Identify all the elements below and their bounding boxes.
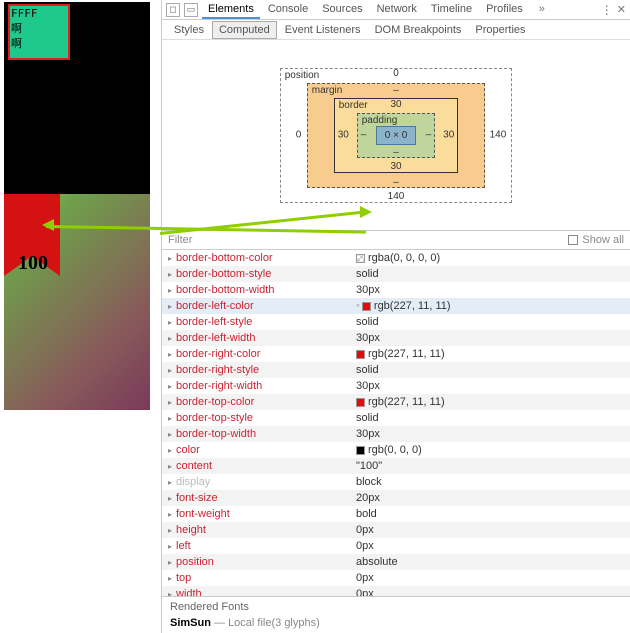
- preview-element[interactable]: FFFF 啊 啊: [8, 4, 70, 60]
- computed-properties-list[interactable]: ▸border-bottom-colorrgba(0, 0, 0, 0)▸bor…: [162, 250, 630, 596]
- prop-row[interactable]: ▸font-size20px: [162, 490, 630, 506]
- close-icon[interactable]: ✕: [617, 3, 626, 17]
- bm-margin-left: 0: [296, 130, 302, 141]
- bm-padding-left: –: [361, 130, 367, 141]
- prop-row[interactable]: ▸font-weightbold: [162, 506, 630, 522]
- filter-row: Filter Show all: [162, 230, 630, 250]
- devtools-toolbar: ◻ ▭ Elements Console Sources Network Tim…: [162, 0, 630, 20]
- prop-row[interactable]: ▸border-top-stylesolid: [162, 410, 630, 426]
- bm-border-top: 30: [390, 99, 401, 110]
- rendered-font-entry: SimSun — Local file(3 glyphs): [170, 617, 622, 629]
- bm-padding-bottom: –: [393, 147, 399, 158]
- bm-padding-label: padding: [362, 115, 398, 126]
- main-tabs: Elements Console Sources Network Timelin…: [202, 1, 551, 19]
- devtools-pane: ◻ ▭ Elements Console Sources Network Tim…: [162, 0, 630, 633]
- preview-pane: FFFF 啊 啊 100: [0, 0, 162, 633]
- prop-row[interactable]: ▸border-bottom-width30px: [162, 282, 630, 298]
- prop-row[interactable]: ▸border-right-width30px: [162, 378, 630, 394]
- tab-elements[interactable]: Elements: [202, 1, 260, 19]
- prop-row[interactable]: ▸border-right-colorrgb(227, 11, 11): [162, 346, 630, 362]
- bm-border-label: border: [339, 100, 368, 111]
- bm-margin-label: margin: [312, 85, 343, 96]
- prop-row[interactable]: ▸border-top-width30px: [162, 426, 630, 442]
- bm-border-bottom: 30: [390, 161, 401, 172]
- tab-sources[interactable]: Sources: [316, 1, 368, 19]
- sidebar-tabs: Styles Computed Event Listeners DOM Brea…: [162, 20, 630, 40]
- prop-row[interactable]: ▸border-right-stylesolid: [162, 362, 630, 378]
- prop-row[interactable]: ▸positionabsolute: [162, 554, 630, 570]
- prop-row[interactable]: ▸border-left-stylesolid: [162, 314, 630, 330]
- preview-text-1: FFFF: [10, 6, 68, 21]
- bm-position-label: position: [285, 70, 319, 81]
- badge-number: 100: [18, 252, 48, 275]
- subtab-dombreakpoints[interactable]: DOM Breakpoints: [369, 22, 468, 38]
- bm-padding-right: –: [426, 130, 432, 141]
- annotation-arrow-1-head: [42, 219, 54, 231]
- showall-checkbox[interactable]: [568, 235, 578, 245]
- subtab-eventlisteners[interactable]: Event Listeners: [279, 22, 367, 38]
- prop-row[interactable]: ▸displayblock: [162, 474, 630, 490]
- prop-row[interactable]: ▸content"100": [162, 458, 630, 474]
- prop-row[interactable]: ▸border-bottom-stylesolid: [162, 266, 630, 282]
- rendered-fonts-section: Rendered Fonts SimSun — Local file(3 gly…: [162, 596, 630, 633]
- preview-black-area: FFFF 啊 啊: [4, 2, 150, 194]
- showall-label: Show all: [582, 234, 624, 246]
- prop-row[interactable]: ▸border-bottom-colorrgba(0, 0, 0, 0): [162, 250, 630, 266]
- subtab-computed[interactable]: Computed: [212, 21, 277, 39]
- box-model-diagram[interactable]: position 0 margin – 140 – 0 border 30 30…: [162, 40, 630, 230]
- bm-margin-bottom-dash: –: [393, 177, 399, 188]
- subtab-styles[interactable]: Styles: [168, 22, 210, 38]
- prop-row[interactable]: ▸border-left-color◦rgb(227, 11, 11): [162, 298, 630, 314]
- tab-profiles[interactable]: Profiles: [480, 1, 529, 19]
- tabs-overflow[interactable]: »: [533, 1, 551, 19]
- prop-row[interactable]: ▸border-top-colorrgb(227, 11, 11): [162, 394, 630, 410]
- prop-row[interactable]: ▸height0px: [162, 522, 630, 538]
- prop-row[interactable]: ▸colorrgb(0, 0, 0): [162, 442, 630, 458]
- subtab-properties[interactable]: Properties: [469, 22, 531, 38]
- tab-console[interactable]: Console: [262, 1, 314, 19]
- bm-position-top: 0: [393, 68, 399, 79]
- tab-timeline[interactable]: Timeline: [425, 1, 478, 19]
- prop-row[interactable]: ▸top0px: [162, 570, 630, 586]
- menu-icon[interactable]: ⋮: [601, 3, 613, 17]
- preview-text-2: 啊: [10, 21, 68, 36]
- annotation-arrow-2-head: [360, 206, 372, 218]
- bm-border-left: 30: [338, 130, 349, 141]
- tab-network[interactable]: Network: [371, 1, 423, 19]
- bm-margin-top: –: [393, 85, 399, 96]
- bm-margin-right: 140: [490, 130, 507, 141]
- prop-row[interactable]: ▸left0px: [162, 538, 630, 554]
- device-icon[interactable]: ▭: [184, 3, 198, 17]
- inspect-icon[interactable]: ◻: [166, 3, 180, 17]
- bm-content: 0 × 0: [376, 126, 417, 145]
- bm-margin-bottom: 140: [388, 191, 405, 202]
- rendered-fonts-header: Rendered Fonts: [170, 601, 622, 613]
- prop-row[interactable]: ▸width0px: [162, 586, 630, 596]
- filter-input[interactable]: Filter: [168, 234, 192, 246]
- prop-row[interactable]: ▸border-left-width30px: [162, 330, 630, 346]
- preview-text-3: 啊: [10, 36, 68, 51]
- bm-border-right: 30: [443, 130, 454, 141]
